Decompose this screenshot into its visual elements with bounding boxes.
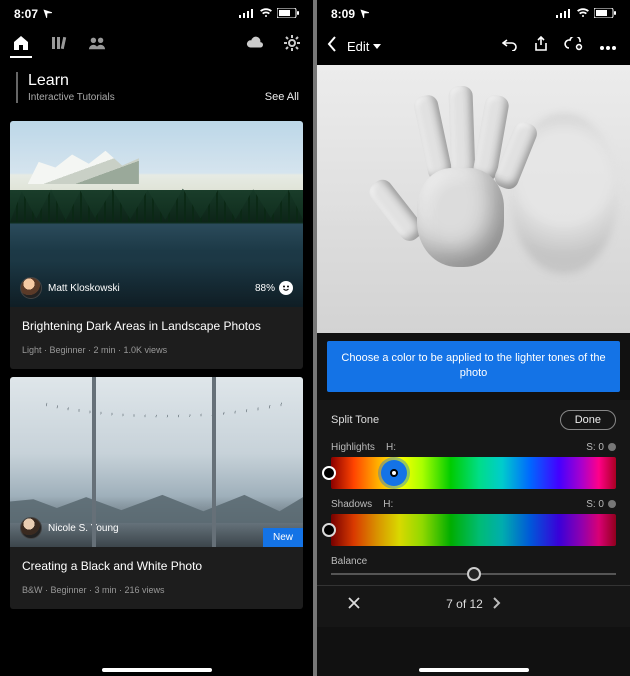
new-badge: New	[263, 528, 303, 547]
gear-icon[interactable]	[283, 34, 301, 52]
cellular-icon	[239, 7, 255, 21]
smile-icon	[279, 281, 293, 295]
cloud-icon[interactable]	[245, 34, 263, 52]
cellular-icon	[556, 7, 572, 21]
more-icon[interactable]	[600, 38, 616, 56]
status-bar: 8:07	[0, 0, 313, 28]
home-indicator[interactable]	[419, 668, 529, 672]
home-icon[interactable]	[12, 34, 30, 52]
share-icon[interactable]	[534, 36, 548, 57]
shadows-label: Shadows	[331, 499, 372, 510]
balance-slider[interactable]	[331, 573, 616, 575]
undo-icon[interactable]	[502, 37, 518, 56]
balance-knob[interactable]	[467, 567, 481, 581]
learn-subtitle: Interactive Tutorials	[28, 92, 115, 103]
edit-toolbar: Edit	[317, 28, 630, 65]
done-button[interactable]: Done	[560, 410, 616, 430]
slider-endpoint-icon[interactable]	[322, 466, 336, 480]
tutorial-meta: Light · Beginner · 2 min · 1.0K views	[22, 345, 291, 355]
cloud-add-icon[interactable]	[564, 37, 584, 56]
page-indicator: 7 of 12	[446, 597, 483, 611]
avatar	[20, 517, 42, 539]
chevron-down-icon	[373, 44, 381, 50]
close-icon[interactable]	[347, 596, 361, 613]
tutorial-hint: Choose a color to be applied to the ligh…	[327, 341, 620, 392]
edit-dropdown[interactable]: Edit	[347, 39, 381, 54]
status-bar: 8:09	[317, 0, 630, 28]
home-indicator[interactable]	[102, 668, 212, 672]
highlights-hue-slider[interactable]	[331, 457, 616, 489]
top-nav	[0, 28, 313, 60]
saturation-label: S: 0	[586, 499, 604, 510]
avatar	[20, 277, 42, 299]
highlights-label: Highlights	[331, 442, 375, 453]
tutorial-thumbnail: Nicole S. Young New	[10, 377, 303, 547]
tutorial-card[interactable]: Matt Kloskowski 88% Brightening Dark Are…	[10, 121, 303, 369]
hue-label: H:	[386, 442, 396, 453]
learn-title: Learn	[28, 72, 115, 90]
tutorial-card[interactable]: Nicole S. Young New Creating a Black and…	[10, 377, 303, 609]
author-name: Nicole S. Young	[48, 523, 119, 534]
location-icon	[42, 7, 52, 21]
author-name: Matt Kloskowski	[48, 283, 120, 294]
wifi-icon	[259, 7, 273, 21]
step-pager: 7 of 12	[446, 596, 501, 612]
tutorial-title: Brightening Dark Areas in Landscape Phot…	[22, 319, 291, 333]
panel-title: Split Tone	[331, 414, 379, 426]
learn-header: Learn Interactive Tutorials See All	[0, 58, 313, 113]
value-knob-icon	[608, 443, 616, 451]
next-step-icon[interactable]	[493, 596, 501, 612]
wifi-icon	[576, 7, 590, 21]
back-icon[interactable]	[327, 36, 337, 57]
split-tone-panel: Split Tone Done Highlights H: S: 0 Shado…	[317, 400, 630, 627]
battery-icon	[277, 7, 299, 21]
shadows-hue-knob[interactable]	[322, 523, 336, 537]
highlights-hue-knob[interactable]	[381, 460, 407, 486]
photo-preview[interactable]	[317, 65, 630, 333]
see-all-link[interactable]: See All	[265, 91, 299, 103]
status-time: 8:07	[14, 7, 38, 21]
library-icon[interactable]	[50, 34, 68, 52]
location-icon	[359, 7, 369, 21]
battery-icon	[594, 7, 616, 21]
hue-label: H:	[383, 499, 393, 510]
tutorial-title: Creating a Black and White Photo	[22, 559, 291, 573]
balance-label: Balance	[331, 556, 616, 567]
value-knob-icon	[608, 500, 616, 508]
rating-percent: 88%	[255, 283, 275, 294]
shadows-hue-slider[interactable]	[331, 514, 616, 546]
tutorial-meta: B&W · Beginner · 3 min · 216 views	[22, 585, 291, 595]
status-time: 8:09	[331, 7, 355, 21]
people-icon[interactable]	[88, 34, 106, 52]
tutorial-thumbnail: Matt Kloskowski 88%	[10, 121, 303, 307]
saturation-label: S: 0	[586, 442, 604, 453]
